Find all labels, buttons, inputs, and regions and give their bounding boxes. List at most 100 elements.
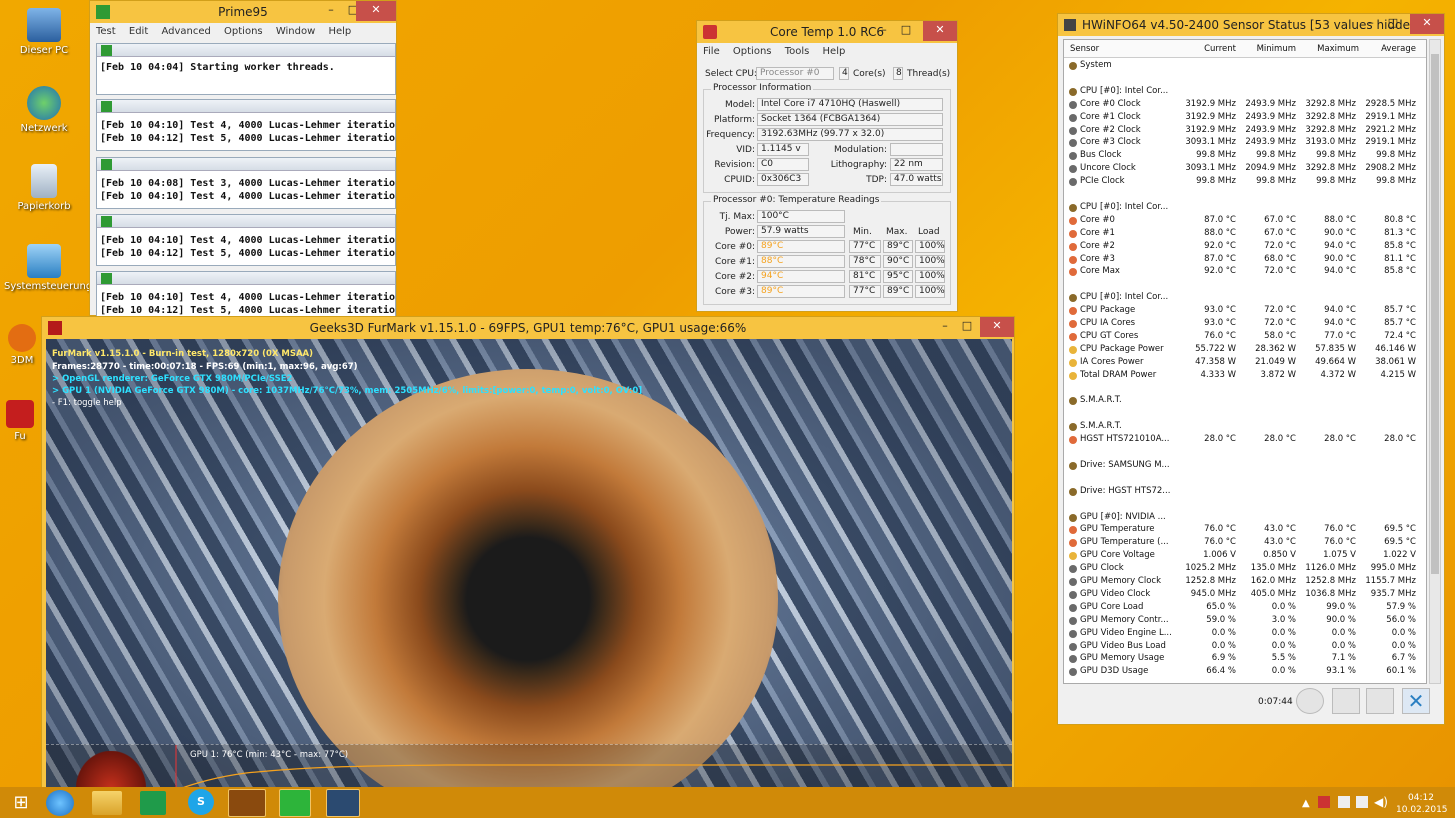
title-bar[interactable]: Core Temp 1.0 RC6 – □ ✕	[697, 21, 957, 43]
scrollbar[interactable]	[1429, 39, 1441, 684]
desktop-icon-network[interactable]: Netzwerk	[4, 86, 84, 134]
sensor-table[interactable]: Sensor Current Minimum Maximum Average S…	[1063, 39, 1427, 684]
menu-help[interactable]: Help	[328, 26, 351, 37]
sensor-row[interactable]: GPU Memory Clock 1252.8 MHz 162.0 MHz 1252.…	[1064, 575, 1426, 588]
desktop-icon-recycle-bin[interactable]: Papierkorb	[4, 164, 84, 212]
sensor-row[interactable]: Core #2 Clock 3192.9 MHz 2493.9 MHz 3292.8 …	[1064, 124, 1426, 137]
tray-clock[interactable]: 04:12 10.02.2015	[1396, 792, 1448, 816]
store-icon[interactable]	[140, 791, 166, 815]
sensor-group-row[interactable]: S.M.A.R.T.	[1064, 420, 1426, 433]
close-button[interactable]: ✕	[1410, 14, 1444, 34]
sensor-row[interactable]: Core #0 87.0 °C 67.0 °C 88.0 °C 80.8 °C	[1064, 214, 1426, 227]
sensor-group-row[interactable]: Drive: HGST HTS72...	[1064, 485, 1426, 498]
action-center-icon[interactable]	[1318, 796, 1330, 808]
sensor-row[interactable]: CPU Package Power 55.722 W 28.362 W 57.835 …	[1064, 343, 1426, 356]
col-current[interactable]: Current	[1184, 44, 1236, 54]
maximize-button[interactable]: □	[893, 21, 919, 41]
sensor-row[interactable]: CPU IA Cores 93.0 °C 72.0 °C 94.0 °C 85.7 °C	[1064, 317, 1426, 330]
sensor-row[interactable]: CPU Package 93.0 °C 72.0 °C 94.0 °C 85.7 °C	[1064, 304, 1426, 317]
menu-window[interactable]: Window	[276, 26, 315, 37]
sensor-row[interactable]: IA Cores Power 47.358 W 21.049 W 49.664 W 38…	[1064, 356, 1426, 369]
sensor-group-row[interactable]: Drive: SAMSUNG M...	[1064, 459, 1426, 472]
furmark-task-icon[interactable]	[228, 789, 266, 817]
col-sensor[interactable]: Sensor	[1070, 44, 1099, 54]
close-x-icon[interactable]: ✕	[1402, 688, 1430, 714]
report-icon[interactable]	[1332, 688, 1360, 714]
desktop-icon-this-pc[interactable]: Dieser PC	[4, 8, 84, 56]
sensor-row[interactable]: PCIe Clock 99.8 MHz 99.8 MHz 99.8 MHz 99.8 M…	[1064, 175, 1426, 188]
internet-explorer-icon[interactable]	[46, 790, 74, 816]
sensor-row[interactable]: Core #3 Clock 3093.1 MHz 2493.9 MHz 3193.0 …	[1064, 136, 1426, 149]
render-viewport[interactable]: FurMark v1.15.1.0 - Burn-in test, 1280x7…	[46, 339, 1012, 789]
menu-advanced[interactable]: Advanced	[161, 26, 210, 37]
title-bar[interactable]: Prime95 – □ ✕	[90, 1, 396, 23]
sensor-row[interactable]: GPU Clock 1025.2 MHz 135.0 MHz 1126.0 MHz 99…	[1064, 562, 1426, 575]
menu-options[interactable]: Options	[224, 26, 263, 37]
skype-icon[interactable]: S	[188, 789, 214, 815]
tray-up-arrow-icon[interactable]: ▲	[1302, 798, 1310, 809]
hwinfo-task-icon[interactable]	[326, 789, 360, 817]
worker-window[interactable]: [Feb 10 04:10] Test 4, 4000 Lucas-Lehmer…	[96, 271, 396, 317]
desktop-icon-control-panel[interactable]: Systemsteuerung	[4, 244, 92, 292]
start-windows-icon[interactable]: ⊞	[4, 789, 38, 817]
worker-window[interactable]: [Feb 10 04:08] Test 3, 4000 Lucas-Lehmer…	[96, 157, 396, 209]
sensor-row[interactable]: GPU Temperature (... 76.0 °C 43.0 °C 76.0 °…	[1064, 536, 1426, 549]
sensor-row[interactable]: Uncore Clock 3093.1 MHz 2094.9 MHz 3292.8 M…	[1064, 162, 1426, 175]
title-bar[interactable]: HWiNFO64 v4.50-2400 Sensor Status [53 va…	[1058, 14, 1444, 36]
sensor-row[interactable]	[1064, 407, 1426, 420]
sensor-group-row[interactable]: CPU [#0]: Intel Cor...	[1064, 85, 1426, 98]
sensor-row[interactable]: GPU Temperature 76.0 °C 43.0 °C 76.0 °C 69.5…	[1064, 523, 1426, 536]
sensor-row[interactable]	[1064, 472, 1426, 485]
sensor-row[interactable]	[1064, 446, 1426, 459]
sensor-row[interactable]: Total DRAM Power 4.333 W 3.872 W 4.372 W 4.2…	[1064, 369, 1426, 382]
title-bar[interactable]: Geeks3D FurMark v1.15.1.0 - 69FPS, GPU1 …	[42, 317, 1014, 339]
sensor-group-row[interactable]: CPU [#0]: Intel Cor...	[1064, 291, 1426, 304]
sensor-row[interactable]: Core #1 Clock 3192.9 MHz 2493.9 MHz 3292.8 …	[1064, 111, 1426, 124]
sensor-row[interactable]: Core #3 87.0 °C 68.0 °C 90.0 °C 81.1 °C	[1064, 253, 1426, 266]
col-maximum[interactable]: Maximum	[1304, 44, 1359, 54]
worker-window[interactable]: [Feb 10 04:10] Test 4, 4000 Lucas-Lehmer…	[96, 214, 396, 266]
sensor-row[interactable]: GPU Core Load 65.0 % 0.0 % 99.0 % 57.9 %	[1064, 601, 1426, 614]
network-tray-icon[interactable]	[1356, 796, 1368, 808]
menu-help[interactable]: Help	[823, 46, 846, 57]
sensor-row[interactable]: GPU Video Engine L... 0.0 % 0.0 % 0.0 % 0.0 …	[1064, 627, 1426, 640]
scrollbar-thumb[interactable]	[1431, 54, 1439, 574]
worker-window[interactable]: [Feb 10 04:04] Starting worker threads.	[96, 43, 396, 95]
menu-tools[interactable]: Tools	[785, 46, 810, 57]
hwinfo-window[interactable]: HWiNFO64 v4.50-2400 Sensor Status [53 va…	[1057, 13, 1445, 725]
clock-icon[interactable]	[1296, 688, 1324, 714]
menu-edit[interactable]: Edit	[129, 26, 148, 37]
sensor-row[interactable]: GPU Memory Contr... 59.0 % 3.0 % 90.0 % 56.0…	[1064, 614, 1426, 627]
sensor-group-row[interactable]: S.M.A.R.T.	[1064, 394, 1426, 407]
sensor-row[interactable]: Core #0 Clock 3192.9 MHz 2493.9 MHz 3292.8 …	[1064, 98, 1426, 111]
sensor-row[interactable]	[1064, 188, 1426, 201]
sensor-row[interactable]	[1064, 498, 1426, 511]
sensor-row[interactable]: GPU D3D Usage 66.4 % 0.0 % 93.1 % 60.1 %	[1064, 665, 1426, 678]
sensor-row[interactable]: GPU Core Voltage 1.006 V 0.850 V 1.075 V 1.0…	[1064, 549, 1426, 562]
sensor-row[interactable]: HGST HTS721010A... 28.0 °C 28.0 °C 28.0 °C 2…	[1064, 433, 1426, 446]
volume-icon[interactable]: ◀)	[1374, 795, 1388, 809]
col-minimum[interactable]: Minimum	[1244, 44, 1296, 54]
coretemp-window[interactable]: Core Temp 1.0 RC6 – □ ✕ File Options Too…	[696, 20, 958, 312]
sensor-row[interactable]: Core #2 92.0 °C 72.0 °C 94.0 °C 85.8 °C	[1064, 240, 1426, 253]
maximize-button[interactable]: □	[1380, 14, 1406, 34]
sensor-group-row[interactable]: System	[1064, 59, 1426, 72]
menu-options[interactable]: Options	[733, 46, 772, 57]
settings-gear-icon[interactable]	[1366, 688, 1394, 714]
close-button[interactable]: ✕	[923, 21, 957, 41]
close-button[interactable]: ✕	[980, 317, 1014, 337]
sensor-group-row[interactable]: CPU [#0]: Intel Cor...	[1064, 201, 1426, 214]
sensor-row[interactable]	[1064, 382, 1426, 395]
prime95-task-icon[interactable]	[279, 789, 311, 817]
close-button[interactable]: ✕	[356, 1, 396, 21]
furmark-window[interactable]: Geeks3D FurMark v1.15.1.0 - 69FPS, GPU1 …	[41, 316, 1015, 789]
sensor-row[interactable]: Core #1 88.0 °C 67.0 °C 90.0 °C 81.3 °C	[1064, 227, 1426, 240]
prime95-window[interactable]: Prime95 – □ ✕ Test Edit Advanced Options…	[89, 0, 397, 317]
worker-window[interactable]: [Feb 10 04:10] Test 4, 4000 Lucas-Lehmer…	[96, 99, 396, 151]
sensor-row[interactable]	[1064, 278, 1426, 291]
sensor-group-row[interactable]: GPU [#0]: NVIDIA ...	[1064, 511, 1426, 524]
file-explorer-icon[interactable]	[92, 791, 122, 815]
menu-file[interactable]: File	[703, 46, 720, 57]
sensor-row[interactable]: Bus Clock 99.8 MHz 99.8 MHz 99.8 MHz 99.8 MH…	[1064, 149, 1426, 162]
maximize-button[interactable]: □	[954, 317, 980, 337]
